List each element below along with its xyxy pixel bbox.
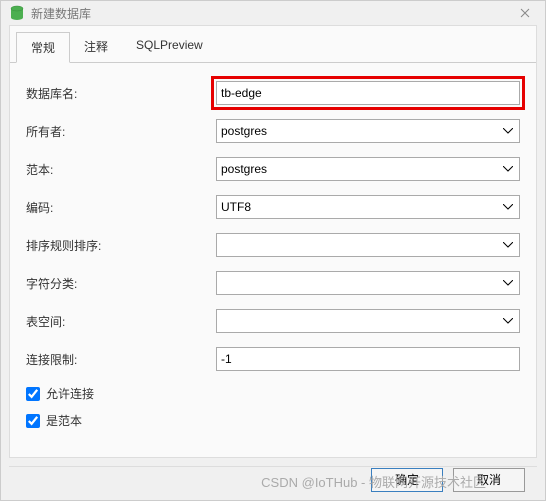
button-bar: 确定 取消 [9,466,537,492]
label-dbname: 数据库名: [26,85,216,102]
cancel-button[interactable]: 取消 [453,468,525,492]
checkbox-istemplate-label[interactable]: 是范本 [26,412,520,429]
select-template[interactable]: postgres [216,157,520,181]
row-istemplate: 是范本 [26,412,520,429]
label-tablespace: 表空间: [26,313,216,330]
label-ctype: 字符分类: [26,275,216,292]
row-owner: 所有者: postgres [26,119,520,143]
dialog-window: 新建数据库 常规 注释 SQLPreview 数据库名: 所有者: postgr… [0,0,546,501]
row-dbname: 数据库名: [26,81,520,105]
select-encoding[interactable]: UTF8 [216,195,520,219]
content-panel: 常规 注释 SQLPreview 数据库名: 所有者: postgres 范本:… [9,25,537,458]
titlebar: 新建数据库 [1,1,545,25]
highlight-dbname [211,76,525,110]
tab-general[interactable]: 常规 [16,32,70,63]
row-tablespace: 表空间: [26,309,520,333]
row-encoding: 编码: UTF8 [26,195,520,219]
checkbox-allowconn[interactable] [26,387,40,401]
checkbox-allowconn-label[interactable]: 允许连接 [26,385,520,402]
select-collation[interactable] [216,233,520,257]
input-dbname[interactable] [216,81,520,105]
select-owner[interactable]: postgres [216,119,520,143]
close-icon[interactable] [513,1,537,25]
ok-button[interactable]: 确定 [371,468,443,492]
label-encoding: 编码: [26,199,216,216]
label-collation: 排序规则排序: [26,237,216,254]
form-area: 数据库名: 所有者: postgres 范本: postgres 编码: UTF… [10,63,536,457]
database-icon [9,5,25,21]
select-ctype[interactable] [216,271,520,295]
row-template: 范本: postgres [26,157,520,181]
row-connlimit: 连接限制: [26,347,520,371]
checkbox-istemplate[interactable] [26,414,40,428]
window-title: 新建数据库 [31,5,513,22]
row-allowconn: 允许连接 [26,385,520,402]
tab-sqlpreview[interactable]: SQLPreview [122,32,217,62]
input-connlimit[interactable] [216,347,520,371]
row-ctype: 字符分类: [26,271,520,295]
tabs: 常规 注释 SQLPreview [10,26,536,63]
select-tablespace[interactable] [216,309,520,333]
label-owner: 所有者: [26,123,216,140]
allowconn-text: 允许连接 [46,385,94,402]
label-template: 范本: [26,161,216,178]
tab-comment[interactable]: 注释 [70,32,122,62]
istemplate-text: 是范本 [46,412,82,429]
row-collation: 排序规则排序: [26,233,520,257]
label-connlimit: 连接限制: [26,351,216,368]
